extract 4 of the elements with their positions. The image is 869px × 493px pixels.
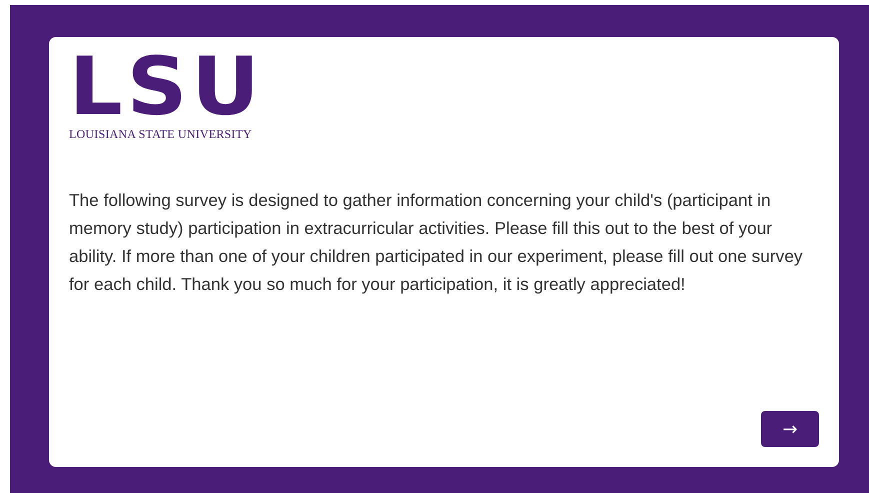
intro-text: The following survey is designed to gather information concerning your child's (participant in memory study) participation in extracurricular activities. Please fill this out to the best of your ability. If more than one of your children participated in our experiment, please fill out one survey for each child. Thank you so much for your participation, it is greatly appreciated! [69, 189, 804, 296]
logo-mark: LSU [69, 53, 264, 121]
next-button[interactable]: → [761, 411, 819, 447]
logo-wordmark: LOUISIANA STATE UNIVERSITY [69, 127, 252, 142]
